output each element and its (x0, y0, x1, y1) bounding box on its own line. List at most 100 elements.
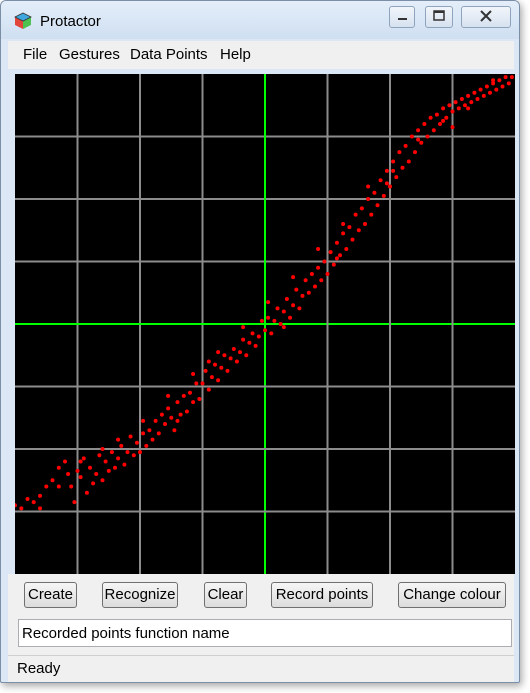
data-point (31, 500, 36, 505)
data-point (291, 275, 296, 280)
clear-button[interactable]: Clear (204, 582, 247, 608)
data-point (234, 359, 239, 364)
close-button[interactable] (461, 6, 511, 28)
data-point (484, 84, 489, 89)
data-point (184, 409, 189, 414)
data-point (488, 90, 492, 95)
data-point (506, 81, 511, 86)
data-point (300, 293, 305, 298)
data-point (203, 368, 208, 373)
data-point (456, 106, 461, 111)
menu-gestures[interactable]: Gestures (59, 46, 120, 63)
app-window: Protactor File Gestures Data Points Help… (0, 0, 520, 683)
data-point (116, 456, 121, 461)
data-point (228, 356, 233, 361)
data-point (69, 484, 74, 489)
data-point (219, 365, 224, 370)
data-point (388, 184, 392, 189)
data-point (222, 353, 227, 358)
data-point (350, 237, 355, 242)
maximize-button[interactable] (425, 6, 453, 28)
data-point (141, 431, 146, 436)
data-point (434, 112, 439, 117)
data-point (153, 418, 158, 423)
data-point (206, 387, 211, 392)
status-bar: Ready (8, 655, 514, 682)
data-point (466, 93, 471, 98)
data-point (209, 375, 214, 380)
data-point (475, 97, 480, 101)
data-point (128, 434, 133, 439)
data-point (316, 247, 321, 251)
data-point (38, 493, 42, 498)
drawing-canvas[interactable] (15, 74, 515, 574)
data-point (497, 78, 502, 83)
control-panel: Create Recognize Clear Record points Cha… (8, 574, 514, 682)
data-point (491, 78, 496, 83)
data-point (463, 103, 467, 108)
data-point (366, 184, 371, 189)
data-point (63, 459, 67, 464)
data-point (453, 100, 458, 105)
data-point (109, 450, 114, 455)
data-point (375, 203, 380, 208)
data-point (25, 497, 30, 501)
title-bar[interactable]: Protactor (1, 1, 519, 39)
menu-bar: File Gestures Data Points Help (8, 41, 514, 69)
data-point (81, 456, 86, 461)
data-point (213, 362, 217, 367)
menu-file[interactable]: File (23, 46, 47, 63)
data-point (172, 428, 177, 433)
data-point (281, 309, 286, 314)
menu-data-points[interactable]: Data Points (130, 46, 208, 63)
data-point (341, 231, 346, 236)
change-colour-button[interactable]: Change colour (398, 582, 506, 608)
data-point (253, 343, 258, 348)
data-point (56, 484, 61, 489)
data-point (278, 322, 283, 326)
data-point (97, 453, 102, 458)
data-point (166, 406, 171, 411)
data-point (125, 450, 130, 455)
data-point (266, 300, 271, 305)
data-point (191, 372, 196, 376)
recognize-button[interactable]: Recognize (102, 582, 178, 608)
data-point (88, 465, 92, 470)
data-point (403, 143, 408, 148)
data-point (66, 472, 71, 476)
record-points-button[interactable]: Record points (271, 582, 373, 608)
minimize-button[interactable] (389, 6, 415, 28)
data-point (263, 328, 267, 333)
data-point (216, 378, 221, 383)
create-button[interactable]: Create (24, 582, 77, 608)
data-point (141, 418, 146, 423)
data-point (188, 390, 192, 395)
maximize-icon (433, 10, 445, 21)
data-point (441, 118, 446, 123)
data-point (191, 400, 196, 405)
data-point (334, 256, 339, 261)
data-point (284, 297, 289, 301)
data-point (438, 122, 442, 126)
data-point (338, 253, 342, 258)
data-point (328, 250, 333, 255)
data-point (397, 150, 402, 155)
data-point (419, 140, 424, 145)
data-point (459, 97, 464, 101)
data-point (75, 468, 80, 473)
data-point (175, 418, 180, 423)
menu-help[interactable]: Help (220, 46, 251, 63)
data-point (413, 150, 417, 155)
data-point (291, 303, 296, 308)
data-point (469, 100, 474, 105)
data-point (391, 159, 396, 164)
data-point (384, 168, 389, 173)
data-point (244, 353, 249, 358)
close-icon (480, 10, 492, 22)
data-point (84, 490, 89, 495)
data-point (341, 222, 346, 226)
data-point (19, 506, 24, 511)
function-name-input[interactable] (18, 619, 512, 647)
data-point (363, 222, 367, 226)
data-point (106, 468, 111, 473)
